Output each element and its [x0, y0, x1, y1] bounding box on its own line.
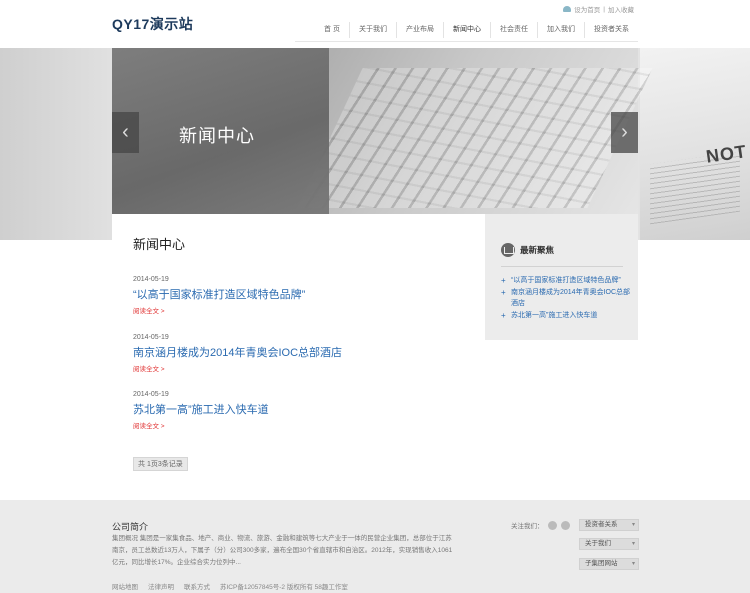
site-logo[interactable]: QY17演示站 [112, 14, 193, 34]
investor-relations-dropdown[interactable]: 投资者关系 [579, 519, 639, 531]
add-favorite-link[interactable]: 加入收藏 [608, 4, 634, 14]
set-homepage-link[interactable]: 设为首页 [574, 4, 600, 14]
read-more-link[interactable]: 阅读全文 > [133, 420, 473, 430]
news-title-link[interactable]: “以高于国家标准打造区域特色品牌” [133, 286, 473, 302]
weibo-icon[interactable] [547, 520, 557, 530]
footer-copyright: 苏ICP备12057845号-2 版权所有 58趣工作室 [220, 584, 348, 591]
sidebar-item[interactable]: “以高于国家标准打造区域特色品牌” [501, 275, 631, 286]
news-title-link[interactable]: 苏北第一高”施工进入快车道 [133, 401, 473, 417]
inbox-icon [501, 243, 515, 257]
footer: 公司简介 集团概况 集团是一家集食品、地产、商业、物流、旅游、金融和建筑等七大产… [0, 500, 750, 593]
sidebar-list: “以高于国家标准打造区域特色品牌” 南京涵月楼成为2014年青奥会IOC总部酒店… [501, 275, 631, 322]
pagination: 共 1页3条记录 [133, 457, 188, 471]
nav-item-investors[interactable]: 投资者关系 [584, 22, 638, 38]
nav-item-industry[interactable]: 产业布局 [396, 22, 443, 38]
news-item: 2014-05-19 南京涵月楼成为2014年青奥会IOC总部酒店 阅读全文 > [133, 334, 473, 373]
header-divider [295, 41, 638, 42]
sidebar-latest: 最新聚焦 “以高于国家标准打造区域特色品牌” 南京涵月楼成为2014年青奥会IO… [485, 214, 638, 340]
follow-us: 关注我们： [511, 520, 570, 530]
wechat-icon[interactable] [560, 520, 570, 530]
footer-link-contact[interactable]: 联系方式 [184, 581, 210, 591]
top-links-separator: | [603, 5, 605, 13]
follow-label: 关注我们： [511, 523, 544, 530]
footer-link-sitemap[interactable]: 网站地图 [112, 581, 138, 591]
news-title-link[interactable]: 南京涵月楼成为2014年青奥会IOC总部酒店 [133, 344, 473, 360]
top-links: 设为首页 | 加入收藏 [563, 4, 634, 14]
nav-item-join[interactable]: 加入我们 [537, 22, 584, 38]
footer-description: 集团概况 集团是一家集食品、地产、商业、物流、旅游、金融和建筑等七大产业于一体的… [112, 535, 453, 566]
sidebar-item[interactable]: 南京涵月楼成为2014年青奥会IOC总部酒店 [501, 287, 631, 309]
banner-title: 新闻中心 [179, 126, 255, 146]
nav-item-home[interactable]: 首 页 [315, 22, 349, 38]
banner-prev-button[interactable]: ‹ [112, 112, 139, 153]
banner-next-button[interactable]: › [611, 112, 638, 153]
news-date: 2014-05-19 [133, 391, 169, 398]
sidebar-title: 最新聚焦 [520, 245, 555, 255]
news-item: 2014-05-19 “以高于国家标准打造区域特色品牌” 阅读全文 > [133, 276, 473, 315]
news-date: 2014-05-19 [133, 276, 169, 283]
news-item: 2014-05-19 苏北第一高”施工进入快车道 阅读全文 > [133, 391, 473, 430]
sidebar-divider [501, 266, 623, 267]
about-us-dropdown[interactable]: 关于我们 [579, 538, 639, 550]
sidebar-item[interactable]: 苏北第一高”施工进入快车道 [501, 310, 631, 321]
nav-item-news[interactable]: 新闻中心 [443, 22, 490, 38]
subsidiary-sites-dropdown[interactable]: 子集团网站 [579, 558, 639, 570]
footer-title: 公司简介 [112, 522, 149, 532]
section-title: 新闻中心 [133, 237, 186, 252]
read-more-link[interactable]: 阅读全文 > [133, 305, 473, 315]
news-date: 2014-05-19 [133, 334, 169, 341]
banner: NOT 新闻中心 ‹ › [0, 48, 750, 240]
nav-item-about[interactable]: 关于我们 [349, 22, 396, 38]
home-icon [563, 6, 572, 12]
news-main: 新闻中心 2014-05-19 “以高于国家标准打造区域特色品牌” 阅读全文 >… [112, 214, 485, 500]
nav-item-responsibility[interactable]: 社会责任 [490, 22, 537, 38]
main-nav: 首 页 关于我们 产业布局 新闻中心 社会责任 加入我们 投资者关系 [315, 22, 638, 38]
header: QY17演示站 设为首页 | 加入收藏 首 页 关于我们 产业布局 新闻中心 社… [0, 0, 750, 48]
footer-links: 网站地图 法律声明 联系方式 苏ICP备12057845号-2 版权所有 58趣… [112, 581, 348, 591]
sidebar-header: 最新聚焦 [501, 243, 554, 257]
footer-link-legal[interactable]: 法律声明 [148, 581, 174, 591]
read-more-link[interactable]: 阅读全文 > [133, 363, 473, 373]
